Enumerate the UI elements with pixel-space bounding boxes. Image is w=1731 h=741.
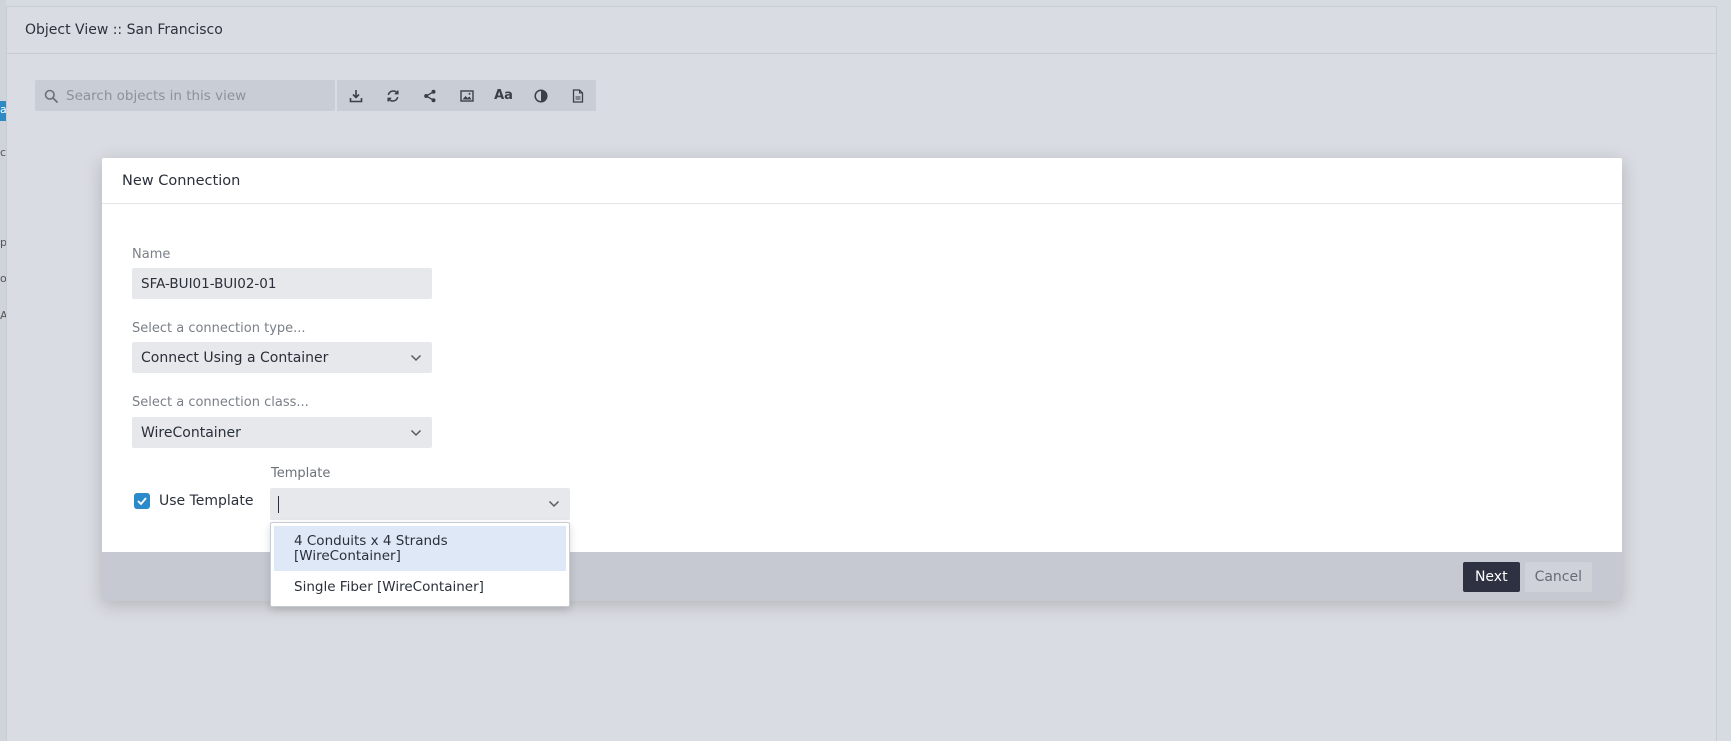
search-input[interactable] bbox=[66, 87, 316, 104]
template-option[interactable]: Single Fiber [WireContainer] bbox=[274, 571, 566, 603]
use-template-label: Use Template bbox=[159, 493, 254, 509]
dialog-title: New Connection bbox=[122, 172, 241, 189]
template-dropdown: 4 Conduits x 4 Strands [WireContainer] S… bbox=[270, 522, 570, 607]
connection-type-value: Connect Using a Container bbox=[141, 349, 329, 366]
name-value: SFA-BUI01-BUI02-01 bbox=[141, 275, 277, 292]
checkmark-icon bbox=[137, 497, 147, 505]
name-field[interactable]: SFA-BUI01-BUI02-01 bbox=[132, 268, 432, 299]
chevron-down-icon bbox=[410, 429, 422, 436]
text-caret bbox=[278, 495, 279, 513]
window-header: Object View :: San Francisco bbox=[7, 7, 1716, 54]
document-button[interactable] bbox=[559, 80, 596, 111]
connection-type-label: Select a connection type... bbox=[132, 321, 306, 336]
image-button[interactable] bbox=[448, 80, 485, 111]
download-icon bbox=[349, 89, 362, 102]
background-fragment: c bbox=[0, 146, 6, 159]
refresh-icon bbox=[386, 89, 399, 102]
cancel-button[interactable]: Cancel bbox=[1524, 561, 1592, 592]
search-box[interactable] bbox=[35, 80, 335, 111]
connection-class-value: WireContainer bbox=[141, 424, 241, 441]
template-select[interactable] bbox=[270, 488, 570, 520]
text-size-button[interactable]: Aa bbox=[485, 80, 522, 111]
contrast-icon bbox=[533, 88, 548, 103]
checkbox[interactable] bbox=[134, 493, 150, 509]
contrast-button[interactable] bbox=[522, 80, 559, 111]
connection-type-select[interactable]: Connect Using a Container bbox=[132, 342, 432, 373]
share-icon bbox=[423, 89, 435, 102]
toolbar-buttons: Aa bbox=[337, 80, 596, 111]
dialog-header: New Connection bbox=[102, 158, 1622, 204]
chevron-down-icon bbox=[548, 500, 560, 508]
image-icon bbox=[459, 89, 474, 102]
view-toolbar: Aa bbox=[35, 80, 596, 111]
window-title: Object View :: San Francisco bbox=[25, 22, 223, 38]
template-option[interactable]: 4 Conduits x 4 Strands [WireContainer] bbox=[274, 526, 566, 571]
download-button[interactable] bbox=[337, 80, 374, 111]
share-button[interactable] bbox=[411, 80, 448, 111]
template-label: Template bbox=[271, 466, 331, 481]
refresh-button[interactable] bbox=[374, 80, 411, 111]
search-icon bbox=[44, 89, 58, 103]
chevron-down-icon bbox=[410, 354, 422, 361]
background-fragment: a bbox=[0, 103, 6, 116]
background-fragment: p bbox=[0, 236, 6, 249]
connection-class-select[interactable]: WireContainer bbox=[132, 417, 432, 448]
name-label: Name bbox=[132, 247, 171, 262]
background-fragment: A bbox=[0, 309, 6, 322]
connection-class-label: Select a connection class... bbox=[132, 395, 309, 410]
next-button[interactable]: Next bbox=[1462, 561, 1520, 592]
use-template-checkbox[interactable]: Use Template bbox=[134, 493, 254, 509]
document-icon bbox=[572, 88, 583, 103]
background-fragment: o bbox=[0, 272, 6, 285]
text-size-icon: Aa bbox=[494, 88, 513, 103]
